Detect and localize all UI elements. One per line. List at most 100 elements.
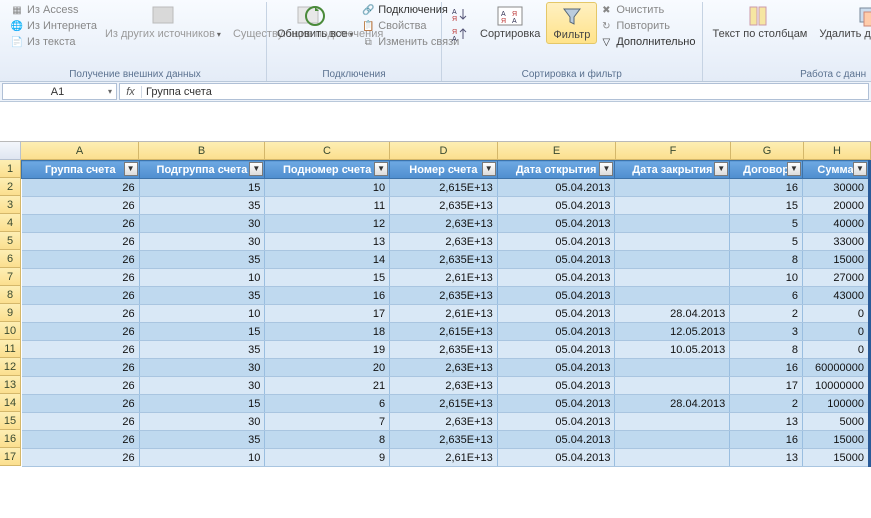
cell[interactable]: 15000 [803,251,870,269]
table-header[interactable]: Дата открытия▼ [497,161,615,179]
cell[interactable] [615,413,730,431]
cell[interactable]: 17 [730,377,803,395]
row-header-1[interactable]: 1 [0,160,21,178]
filter-dropdown-icon[interactable]: ▼ [124,162,138,176]
cell[interactable]: 26 [22,287,140,305]
cell[interactable] [615,287,730,305]
refresh-all[interactable]: Обновить все [271,2,359,42]
table-header[interactable]: Подгруппа счета▼ [139,161,265,179]
cell[interactable]: 20000 [803,197,870,215]
cell[interactable]: 8 [730,251,803,269]
table-header[interactable]: Договор▼ [730,161,803,179]
cell[interactable] [615,215,730,233]
cell[interactable]: 05.04.2013 [497,341,615,359]
cell[interactable]: 35 [139,287,265,305]
row-header-5[interactable]: 5 [0,232,21,250]
filter-dropdown-icon[interactable]: ▼ [853,162,867,176]
cell[interactable]: 10 [139,305,265,323]
table-header[interactable]: Номер счета▼ [390,161,498,179]
advanced-filter[interactable]: ▽Дополнительно [599,35,695,49]
row-header-6[interactable]: 6 [0,250,21,268]
cell[interactable]: 11 [265,197,390,215]
cell[interactable]: 6 [265,395,390,413]
cell[interactable]: 15 [730,197,803,215]
col-header-E[interactable]: E [498,142,616,160]
cell[interactable]: 60000000 [803,359,870,377]
cell[interactable]: 35 [139,431,265,449]
cell[interactable]: 35 [139,251,265,269]
cell[interactable]: 35 [139,197,265,215]
cell[interactable]: 35 [139,341,265,359]
cell[interactable]: 05.04.2013 [497,323,615,341]
row-header-3[interactable]: 3 [0,196,21,214]
cell[interactable]: 33000 [803,233,870,251]
cell[interactable]: 2,63E+13 [390,215,498,233]
cell[interactable]: 2,61E+13 [390,305,498,323]
sort-asc[interactable]: АЯ [450,6,470,24]
cell[interactable]: 05.04.2013 [497,215,615,233]
cell[interactable]: 05.04.2013 [497,269,615,287]
formula-input[interactable]: Группа счета [142,86,868,98]
cell[interactable] [615,449,730,467]
cell[interactable]: 5000 [803,413,870,431]
cell[interactable]: 2,635E+13 [390,251,498,269]
cell[interactable]: 13 [730,449,803,467]
filter-button[interactable]: Фильтр [546,2,597,44]
cell[interactable] [615,431,730,449]
cell[interactable]: 10.05.2013 [615,341,730,359]
properties-btn[interactable]: 📋Свойства [361,19,426,33]
cell[interactable]: 9 [265,449,390,467]
cell[interactable]: 8 [265,431,390,449]
cell[interactable] [615,233,730,251]
from-web[interactable]: 🌐Из Интернета [10,19,97,33]
cell[interactable]: 05.04.2013 [497,197,615,215]
cell[interactable] [615,359,730,377]
row-header-13[interactable]: 13 [0,376,21,394]
cell[interactable]: 30 [139,359,265,377]
cell[interactable]: 16 [730,431,803,449]
cell[interactable]: 2,63E+13 [390,377,498,395]
cell[interactable]: 2 [730,305,803,323]
from-text[interactable]: 📄Из текста [10,35,76,49]
cell[interactable]: 2,61E+13 [390,269,498,287]
col-header-D[interactable]: D [390,142,498,160]
select-all-corner[interactable] [0,142,21,160]
cell[interactable]: 12.05.2013 [615,323,730,341]
row-header-12[interactable]: 12 [0,358,21,376]
cell[interactable]: 3 [730,323,803,341]
cell[interactable]: 0 [803,341,870,359]
col-header-C[interactable]: C [265,142,390,160]
cell[interactable] [615,377,730,395]
col-header-G[interactable]: G [731,142,804,160]
cell[interactable]: 28.04.2013 [615,395,730,413]
cell[interactable]: 2,615E+13 [390,395,498,413]
cell[interactable]: 05.04.2013 [497,251,615,269]
cell[interactable]: 12 [265,215,390,233]
cell[interactable]: 05.04.2013 [497,179,615,197]
cell[interactable]: 2,63E+13 [390,359,498,377]
cell[interactable]: 26 [22,449,140,467]
filter-dropdown-icon[interactable]: ▼ [249,162,263,176]
cell[interactable] [615,269,730,287]
table-header[interactable]: Сумма▼ [803,161,870,179]
cell[interactable]: 26 [22,251,140,269]
table-header[interactable]: Дата закрытия▼ [615,161,730,179]
cell[interactable]: 2,63E+13 [390,413,498,431]
cell[interactable]: 15 [139,323,265,341]
col-header-B[interactable]: B [139,142,265,160]
row-header-15[interactable]: 15 [0,412,21,430]
cell[interactable]: 2,635E+13 [390,287,498,305]
cell[interactable]: 26 [22,341,140,359]
cell[interactable] [615,251,730,269]
cell[interactable]: 2,615E+13 [390,323,498,341]
cell[interactable] [615,197,730,215]
col-header-F[interactable]: F [616,142,731,160]
filter-dropdown-icon[interactable]: ▼ [599,162,613,176]
cell[interactable]: 10 [139,449,265,467]
cell[interactable]: 26 [22,179,140,197]
cell[interactable]: 16 [265,287,390,305]
cell[interactable]: 16 [730,359,803,377]
cell[interactable]: 21 [265,377,390,395]
cell[interactable]: 15 [265,269,390,287]
cell[interactable]: 0 [803,323,870,341]
